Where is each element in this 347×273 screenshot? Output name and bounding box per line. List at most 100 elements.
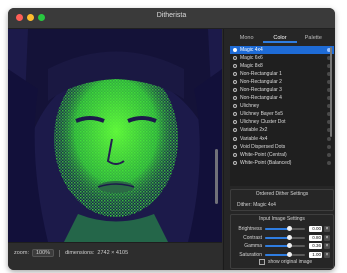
- slider-knob[interactable]: [287, 243, 293, 248]
- zoom-label: zoom:: [14, 250, 29, 256]
- algorithm-list-scrollbar[interactable]: [330, 47, 332, 137]
- gamma-value[interactable]: 0.36: [309, 243, 322, 249]
- algorithm-item[interactable]: Non-Rectangular 4: [230, 94, 334, 102]
- algorithm-item[interactable]: Ulichney Bayer 5x5: [230, 110, 334, 118]
- algorithm-item[interactable]: Non-Rectangular 1: [230, 70, 334, 78]
- tab-color[interactable]: Color: [263, 33, 297, 43]
- show-original-checkbox[interactable]: [259, 259, 265, 265]
- image-vertical-scrollbar[interactable]: [215, 149, 218, 204]
- radio-icon: [233, 160, 237, 165]
- algorithm-item[interactable]: Magic 6x6: [230, 54, 334, 62]
- input-settings-title: Input Image Settings: [259, 216, 305, 222]
- dither-setting-row: Dither: Magic 4x4: [237, 202, 276, 208]
- radio-icon: [233, 152, 237, 157]
- dither-label: Dither:: [237, 202, 252, 208]
- algorithm-label: Non-Rectangular 1: [240, 71, 282, 78]
- ordered-dither-settings: Ordered Dither Settings Dither: Magic 4x…: [230, 189, 334, 211]
- reset-saturation-button[interactable]: ×: [324, 251, 330, 258]
- contrast-row: Contrast 0.80 ×: [234, 234, 332, 242]
- algorithm-item[interactable]: Ulichney: [230, 102, 334, 110]
- radio-icon: [233, 104, 237, 109]
- status-divider: [59, 249, 61, 257]
- contrast-slider[interactable]: [265, 234, 305, 240]
- show-original-row[interactable]: show original image: [259, 259, 312, 265]
- contrast-label: Contrast: [243, 234, 262, 241]
- algorithm-label: Void Dispersed Dots: [240, 143, 286, 150]
- algorithm-label: Magic 6x6: [240, 55, 263, 62]
- slider-knob[interactable]: [286, 234, 292, 240]
- radio-icon: [233, 136, 237, 141]
- image-canvas[interactable]: [8, 29, 222, 242]
- reset-contrast-button[interactable]: ×: [324, 234, 330, 241]
- app-window: Ditherista zoom: 100% dimensions: 2742 ×…: [8, 8, 335, 270]
- saturation-slider[interactable]: [265, 251, 305, 257]
- saturation-label: Saturation: [239, 251, 262, 258]
- algorithm-item[interactable]: Magic 8x8: [230, 62, 334, 70]
- brightness-value[interactable]: 0.00: [309, 226, 322, 232]
- algorithm-label: Non-Rectangular 4: [240, 95, 282, 102]
- algorithm-item[interactable]: Variable 2x2: [230, 126, 334, 134]
- status-dot-icon: [327, 160, 331, 165]
- ordered-settings-title: Ordered Dither Settings: [255, 191, 309, 197]
- algorithm-label: Non-Rectangular 2: [240, 79, 282, 86]
- algorithm-item[interactable]: Non-Rectangular 3: [230, 86, 334, 94]
- algorithm-item[interactable]: Magic 4x4: [230, 46, 334, 55]
- radio-icon: [233, 80, 237, 85]
- algorithm-label: Ulichney: [240, 103, 260, 110]
- algorithm-item[interactable]: Void Dispersed Dots: [230, 143, 334, 151]
- radio-icon: [233, 144, 237, 149]
- radio-icon: [233, 96, 237, 101]
- tab-palette[interactable]: Palette: [297, 33, 330, 43]
- gamma-slider[interactable]: [265, 243, 305, 248]
- dimensions-label: dimensions:: [65, 250, 95, 256]
- radio-icon: [233, 88, 237, 93]
- reset-gamma-button[interactable]: ×: [324, 243, 330, 249]
- algorithm-label: Variable 2x2: [240, 127, 268, 134]
- show-original-label: show original image: [268, 259, 313, 265]
- algorithm-label: Ulichney Bayer 5x5: [240, 111, 284, 118]
- algorithm-label: Variable 4x4: [240, 135, 268, 142]
- status-dot-icon: [327, 136, 331, 141]
- algorithm-label: Non-Rectangular 3: [240, 87, 282, 94]
- radio-icon: [233, 48, 237, 53]
- zoom-value[interactable]: 100%: [31, 249, 55, 257]
- algorithm-label: Ulichney Cluster Dot: [240, 119, 286, 126]
- dimensions-value: 2742 × 4105: [97, 250, 129, 256]
- status-bar: zoom: 100% dimensions: 2742 × 4105: [8, 242, 222, 270]
- radio-icon: [233, 112, 237, 117]
- radio-icon: [233, 128, 237, 133]
- slider-knob[interactable]: [287, 251, 293, 257]
- input-image-settings: Input Image Settings Brightness 0.00 × C…: [230, 214, 334, 269]
- algorithm-label: Magic 8x8: [240, 63, 263, 70]
- brightness-label: Brightness: [238, 226, 262, 232]
- algorithm-item[interactable]: Non-Rectangular 2: [230, 78, 334, 86]
- algorithm-item[interactable]: Variable 4x4: [230, 135, 334, 143]
- dither-value: Magic 4x4: [253, 202, 276, 208]
- status-dot-icon: [327, 152, 331, 157]
- slider-knob[interactable]: [287, 226, 293, 231]
- algorithm-item[interactable]: White-Point (Central): [230, 151, 334, 159]
- brightness-slider[interactable]: [265, 226, 305, 231]
- saturation-row: Saturation 1.00 ×: [234, 251, 332, 259]
- brightness-row: Brightness 0.00 ×: [234, 225, 332, 233]
- algorithm-item[interactable]: Ulichney Cluster Dot: [230, 118, 334, 126]
- algorithm-label: White-Point (Balanced): [240, 159, 292, 166]
- algorithm-label: White-Point (Central): [240, 151, 287, 158]
- algorithm-item[interactable]: White-Point (Balanced): [230, 159, 334, 167]
- window-title: Ditherista: [156, 12, 187, 19]
- reset-brightness-button[interactable]: ×: [324, 226, 330, 232]
- radio-icon: [233, 120, 237, 125]
- panel-tabs: Mono Color Palette: [230, 33, 330, 43]
- tab-mono[interactable]: Mono: [230, 33, 263, 43]
- settings-panel: Mono Color Palette Magic 4x4 Magic 6x6 M…: [223, 29, 335, 270]
- algorithm-list: Magic 4x4 Magic 6x6 Magic 8x8 Non-Rectan…: [230, 46, 334, 186]
- algorithm-label: Magic 4x4: [240, 47, 263, 54]
- radio-icon: [233, 64, 237, 69]
- radio-icon: [233, 56, 237, 61]
- status-dot-icon: [327, 144, 331, 149]
- radio-icon: [233, 72, 237, 77]
- saturation-value[interactable]: 1.00: [309, 251, 322, 258]
- gamma-row: Gamma 0.36 ×: [234, 242, 332, 250]
- contrast-value[interactable]: 0.80: [309, 234, 322, 241]
- title-bar: Ditherista: [8, 8, 335, 29]
